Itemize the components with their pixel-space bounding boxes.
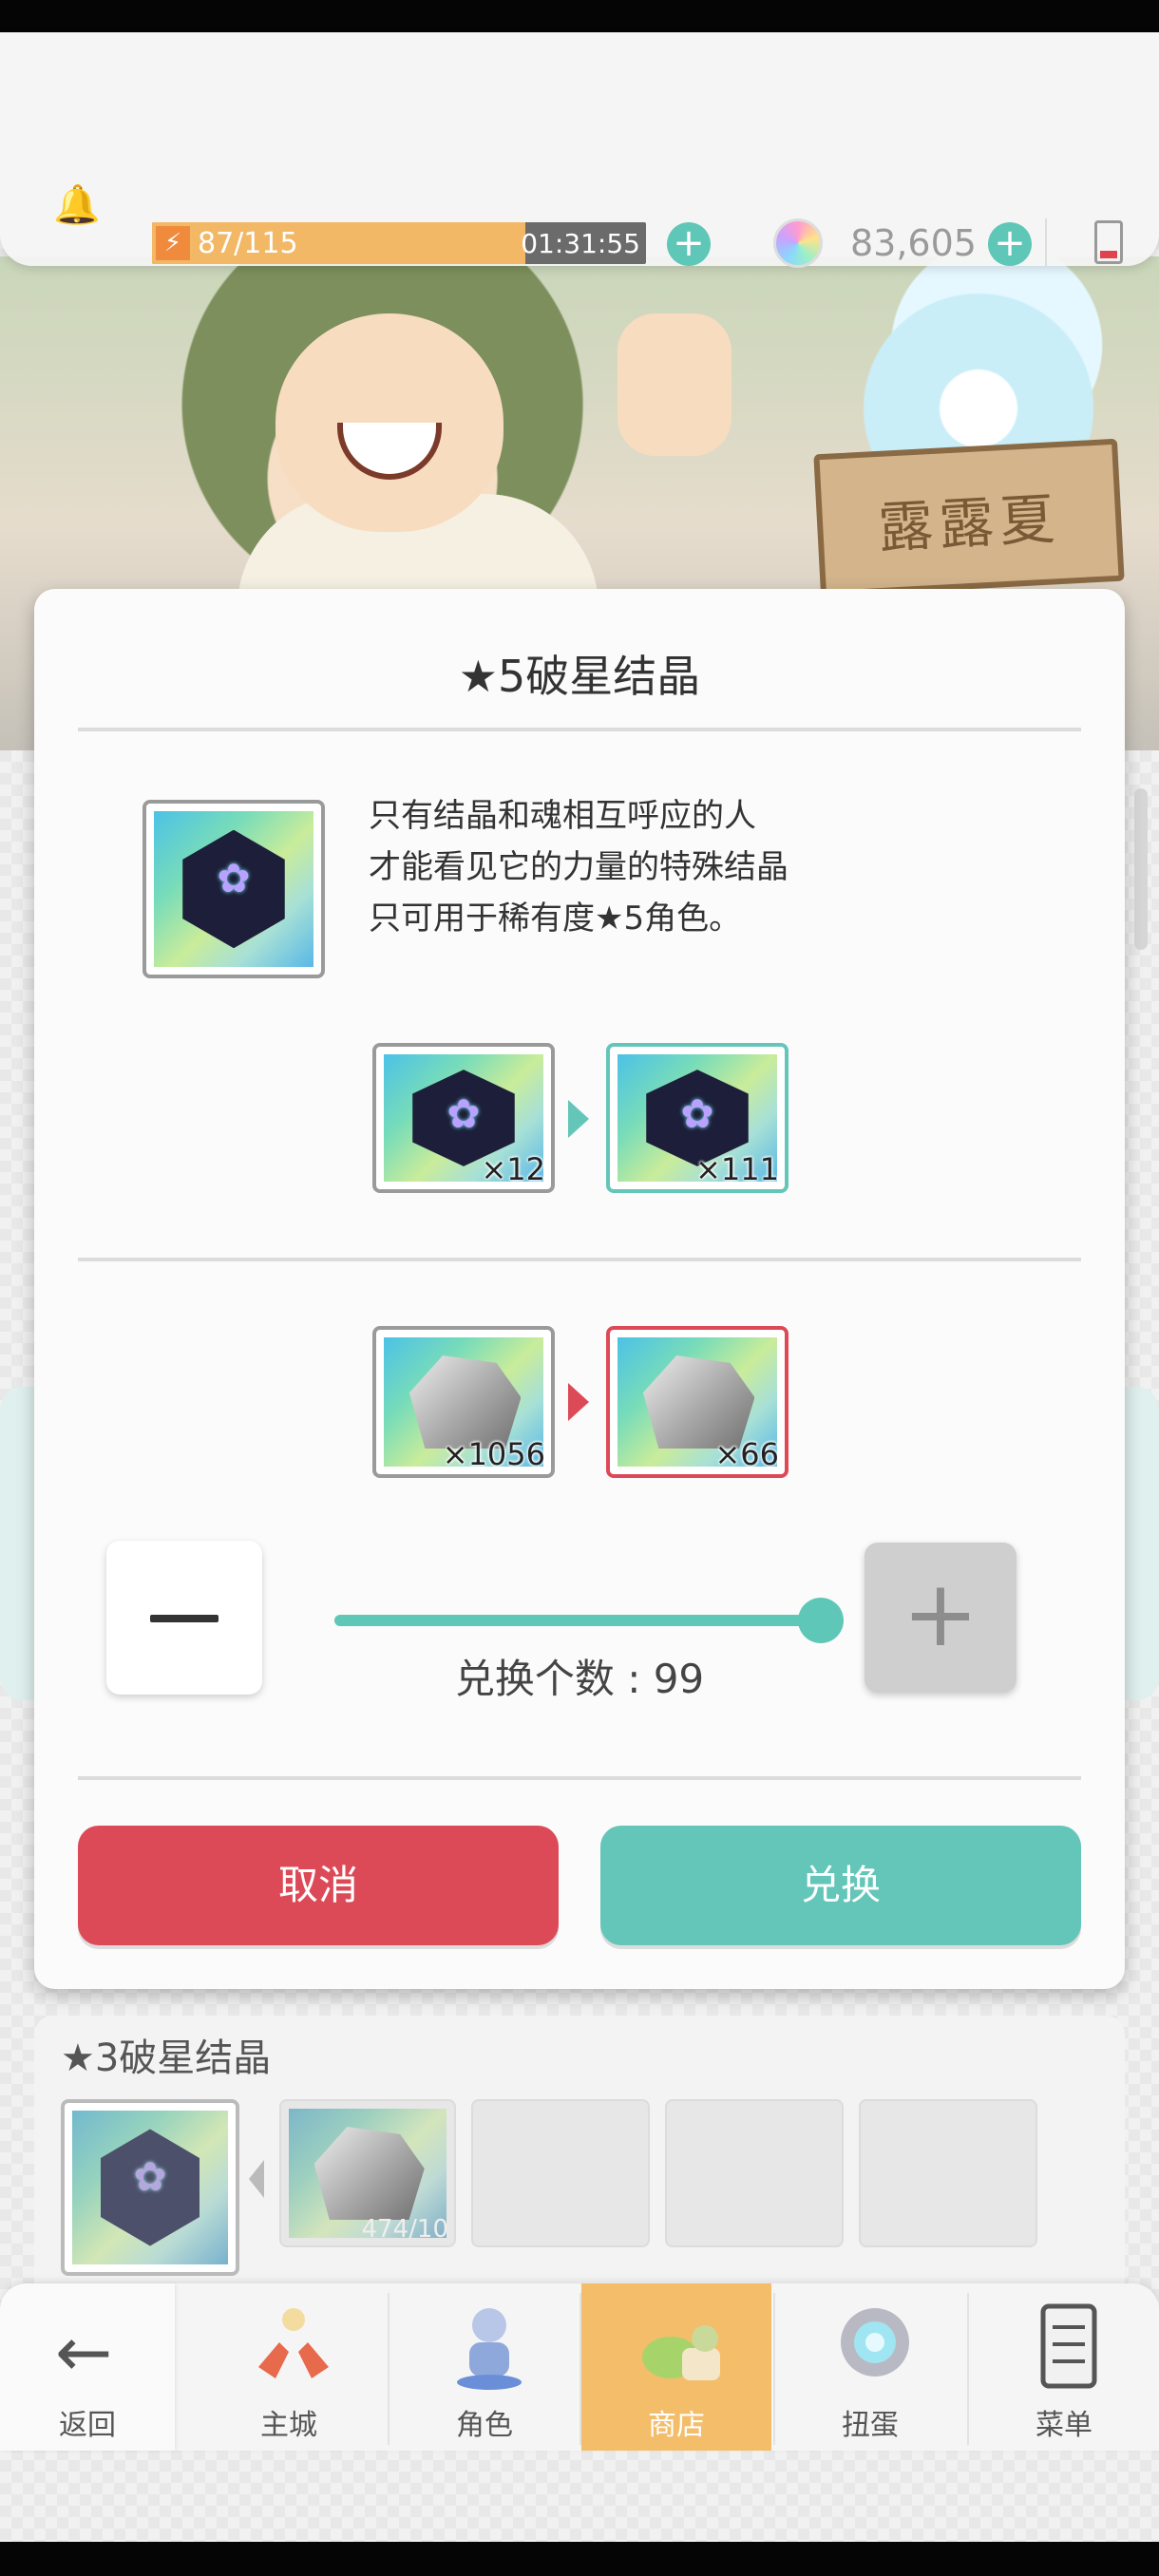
star3-stone-count: 474/10 — [361, 2215, 448, 2244]
hud-divider — [1045, 218, 1047, 268]
back-button[interactable]: ← 返回 — [0, 2283, 175, 2451]
gacha-icon — [841, 2308, 909, 2377]
lightning-icon: ⚡ — [156, 226, 190, 260]
quantity-slider[interactable] — [334, 1615, 821, 1626]
crystal-after-count: ×111 — [695, 1151, 779, 1187]
stone-after: ×66 — [606, 1326, 788, 1478]
empty-slot — [859, 2099, 1037, 2247]
nav-label: 扭蛋 — [842, 2409, 899, 2442]
back-label: 返回 — [59, 2409, 116, 2442]
nav-label: 主城 — [260, 2409, 317, 2442]
crystal-current-count: ×12 — [481, 1151, 545, 1187]
exchange-dialog: ★5破星结晶 ✿ 只有结晶和魂相互呼应的人 才能看见它的力量的特殊结晶 只可用于… — [34, 589, 1125, 1989]
stamina-timer: 01:31:55 — [521, 228, 640, 259]
menu-icon — [1040, 2303, 1097, 2389]
character-icon — [457, 2308, 522, 2390]
description-line: 只有结晶和魂相互呼应的人 — [369, 797, 756, 835]
star3-crystal-item[interactable]: ✿ — [61, 2099, 239, 2276]
crystal-item-icon: ✿ — [142, 800, 325, 978]
stamina-value: 87/115 — [198, 227, 298, 260]
top-hud: 🔔 ⚡ 87/115 01:31:55 + 83,605 + — [0, 32, 1159, 268]
item-description: 只有结晶和魂相互呼应的人 才能看见它的力量的特殊结晶 只可用于稀有度★5角色。 — [369, 790, 788, 944]
divider — [78, 1258, 1081, 1261]
nav-label: 商店 — [648, 2409, 705, 2442]
wooden-sign: 露露夏 — [813, 438, 1125, 597]
shop-icon — [642, 2325, 720, 2380]
crystal-current: ✿ ×12 — [372, 1043, 555, 1193]
star3-stone-slot[interactable]: 474/10 — [279, 2099, 456, 2247]
nav-item-castle[interactable]: 主城 — [194, 2283, 384, 2451]
crystal-after: ✿ ×111 — [606, 1043, 788, 1193]
exchange-quantity-label: 兑换个数 : 99 — [454, 1656, 705, 1702]
nav-item-shop[interactable]: 商店 — [581, 2283, 771, 2451]
stone-current: ×1056 — [372, 1326, 555, 1478]
system-nav-bar — [0, 2542, 1159, 2576]
cancel-button[interactable]: 取消 — [78, 1826, 559, 1945]
add-gems-button[interactable]: + — [988, 222, 1032, 266]
bell-icon[interactable]: 🔔 — [53, 184, 101, 226]
nav-label: 角色 — [456, 2409, 513, 2442]
battery-icon — [1094, 220, 1123, 264]
bottom-navigation: ← 返回 主城 角色 商店 扭蛋 菜单 — [0, 2283, 1159, 2451]
slider-handle[interactable] — [798, 1598, 844, 1643]
exchange-button[interactable]: 兑换 — [600, 1826, 1081, 1945]
description-line: 才能看见它的力量的特殊结晶 — [369, 848, 788, 886]
arrow-left-icon: ← — [55, 2312, 113, 2392]
gem-icon — [773, 218, 823, 268]
stone-after-count: ×66 — [714, 1436, 779, 1472]
empty-slot — [471, 2099, 650, 2247]
nav-item-menu[interactable]: 菜单 — [969, 2283, 1159, 2451]
decrease-arrow-icon — [568, 1383, 589, 1421]
gem-count: 83,605 — [850, 222, 977, 264]
character-hand — [618, 313, 732, 456]
section-title: ★3破星结晶 — [61, 2036, 272, 2080]
star3-crystal-section: ★3破星结晶 ✿ 474/10 — [34, 2016, 1125, 2301]
sign-text: 露露夏 — [876, 486, 1062, 560]
arrow-left-icon — [249, 2160, 264, 2198]
empty-slot — [665, 2099, 844, 2247]
castle-icon — [258, 2308, 329, 2378]
dialog-title: ★5破星结晶 — [458, 651, 701, 702]
divider — [78, 728, 1081, 731]
stamina-bar: ⚡ 87/115 01:31:55 — [152, 222, 646, 264]
divider — [78, 1776, 1081, 1780]
nav-item-gacha[interactable]: 扭蛋 — [775, 2283, 965, 2451]
nav-label: 菜单 — [1036, 2409, 1092, 2442]
stone-current-count: ×1056 — [442, 1436, 545, 1472]
increase-arrow-icon — [568, 1100, 589, 1138]
system-status-bar — [0, 0, 1159, 32]
nav-item-character[interactable]: 角色 — [390, 2283, 580, 2451]
add-stamina-button[interactable]: + — [667, 222, 711, 266]
scrollbar[interactable] — [1134, 788, 1148, 950]
description-line: 只可用于稀有度★5角色。 — [369, 900, 742, 938]
